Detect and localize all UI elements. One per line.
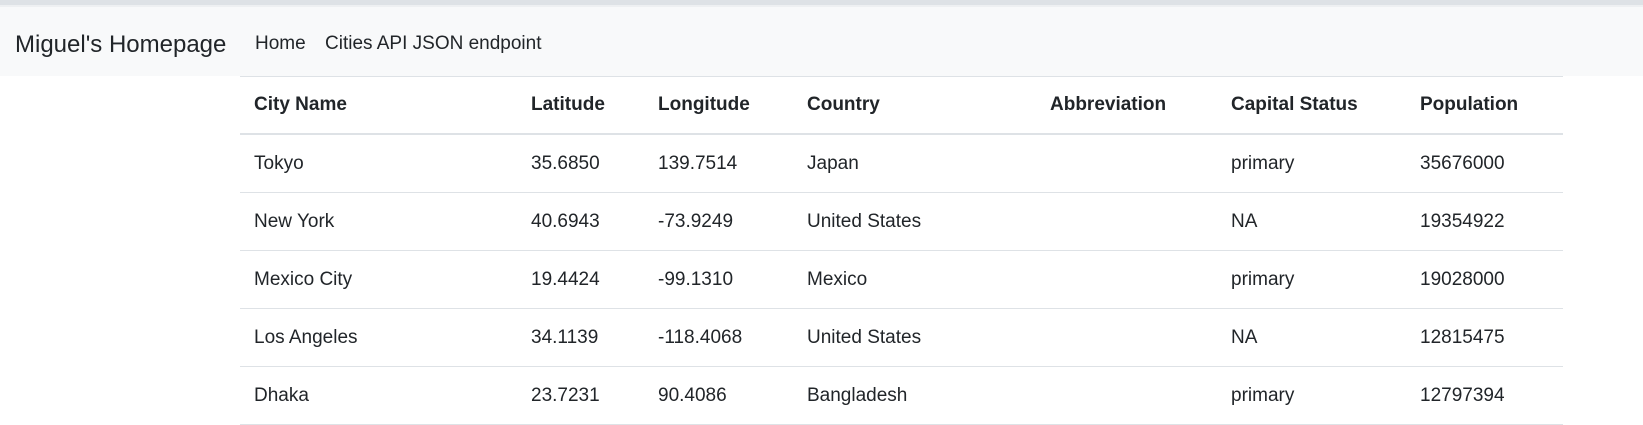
cell-population: 12797394 [1406, 366, 1563, 425]
cell-capital-status: primary [1217, 366, 1406, 425]
cell-country: Mexico [793, 250, 1036, 309]
cell-abbreviation [1036, 250, 1217, 309]
cell-city-name: Tokyo [240, 134, 517, 193]
header-country: Country [793, 76, 1036, 135]
cell-population: 19354922 [1406, 192, 1563, 251]
cell-country: United States [793, 308, 1036, 367]
cell-longitude: 139.7514 [644, 134, 793, 193]
header-latitude: Latitude [517, 76, 644, 135]
cell-population: 12815475 [1406, 308, 1563, 367]
cell-country: Bangladesh [793, 366, 1036, 425]
nav-link-home[interactable]: Home [255, 33, 306, 56]
cell-latitude: 40.6943 [517, 192, 644, 251]
cell-abbreviation [1036, 192, 1217, 251]
cell-latitude: 34.1139 [517, 308, 644, 367]
cell-abbreviation [1036, 134, 1217, 193]
cell-longitude: -73.9249 [644, 192, 793, 251]
header-city-name: City Name [240, 76, 517, 135]
cell-city-name: Dhaka [240, 366, 517, 425]
cell-capital-status: primary [1217, 250, 1406, 309]
cell-population: 35676000 [1406, 134, 1563, 193]
cell-latitude: 23.7231 [517, 366, 644, 425]
cell-capital-status: NA [1217, 192, 1406, 251]
cell-longitude: -118.4068 [644, 308, 793, 367]
nav-link-cities-api[interactable]: Cities API JSON endpoint [325, 33, 542, 56]
cell-abbreviation [1036, 308, 1217, 367]
cell-latitude: 35.6850 [517, 134, 644, 193]
cell-latitude: 19.4424 [517, 250, 644, 309]
cell-abbreviation [1036, 366, 1217, 425]
table-row: Tokyo 35.6850 139.7514 Japan primary 356… [240, 134, 1563, 193]
header-abbreviation: Abbreviation [1036, 76, 1217, 135]
cell-capital-status: NA [1217, 308, 1406, 367]
navbar-brand[interactable]: Miguel's Homepage [15, 33, 226, 57]
main-content: City Name Latitude Longitude Country Abb… [240, 76, 1643, 425]
table-row: Los Angeles 34.1139 -118.4068 United Sta… [240, 308, 1563, 367]
header-longitude: Longitude [644, 76, 793, 135]
cell-city-name: New York [240, 192, 517, 251]
table-row: New York 40.6943 -73.9249 United States … [240, 192, 1563, 251]
cell-city-name: Los Angeles [240, 308, 517, 367]
cell-capital-status: primary [1217, 134, 1406, 193]
cell-country: Japan [793, 134, 1036, 193]
cell-city-name: Mexico City [240, 250, 517, 309]
cell-population: 19028000 [1406, 250, 1563, 309]
header-capital-status: Capital Status [1217, 76, 1406, 135]
table-row: Mexico City 19.4424 -99.1310 Mexico prim… [240, 250, 1563, 309]
header-population: Population [1406, 76, 1563, 135]
table-header-row: City Name Latitude Longitude Country Abb… [240, 76, 1563, 135]
cell-country: United States [793, 192, 1036, 251]
table-row: Dhaka 23.7231 90.4086 Bangladesh primary… [240, 366, 1563, 425]
cities-table: City Name Latitude Longitude Country Abb… [240, 76, 1563, 425]
cell-longitude: 90.4086 [644, 366, 793, 425]
cell-longitude: -99.1310 [644, 250, 793, 309]
navbar: Miguel's Homepage Home Cities API JSON e… [0, 7, 1643, 76]
